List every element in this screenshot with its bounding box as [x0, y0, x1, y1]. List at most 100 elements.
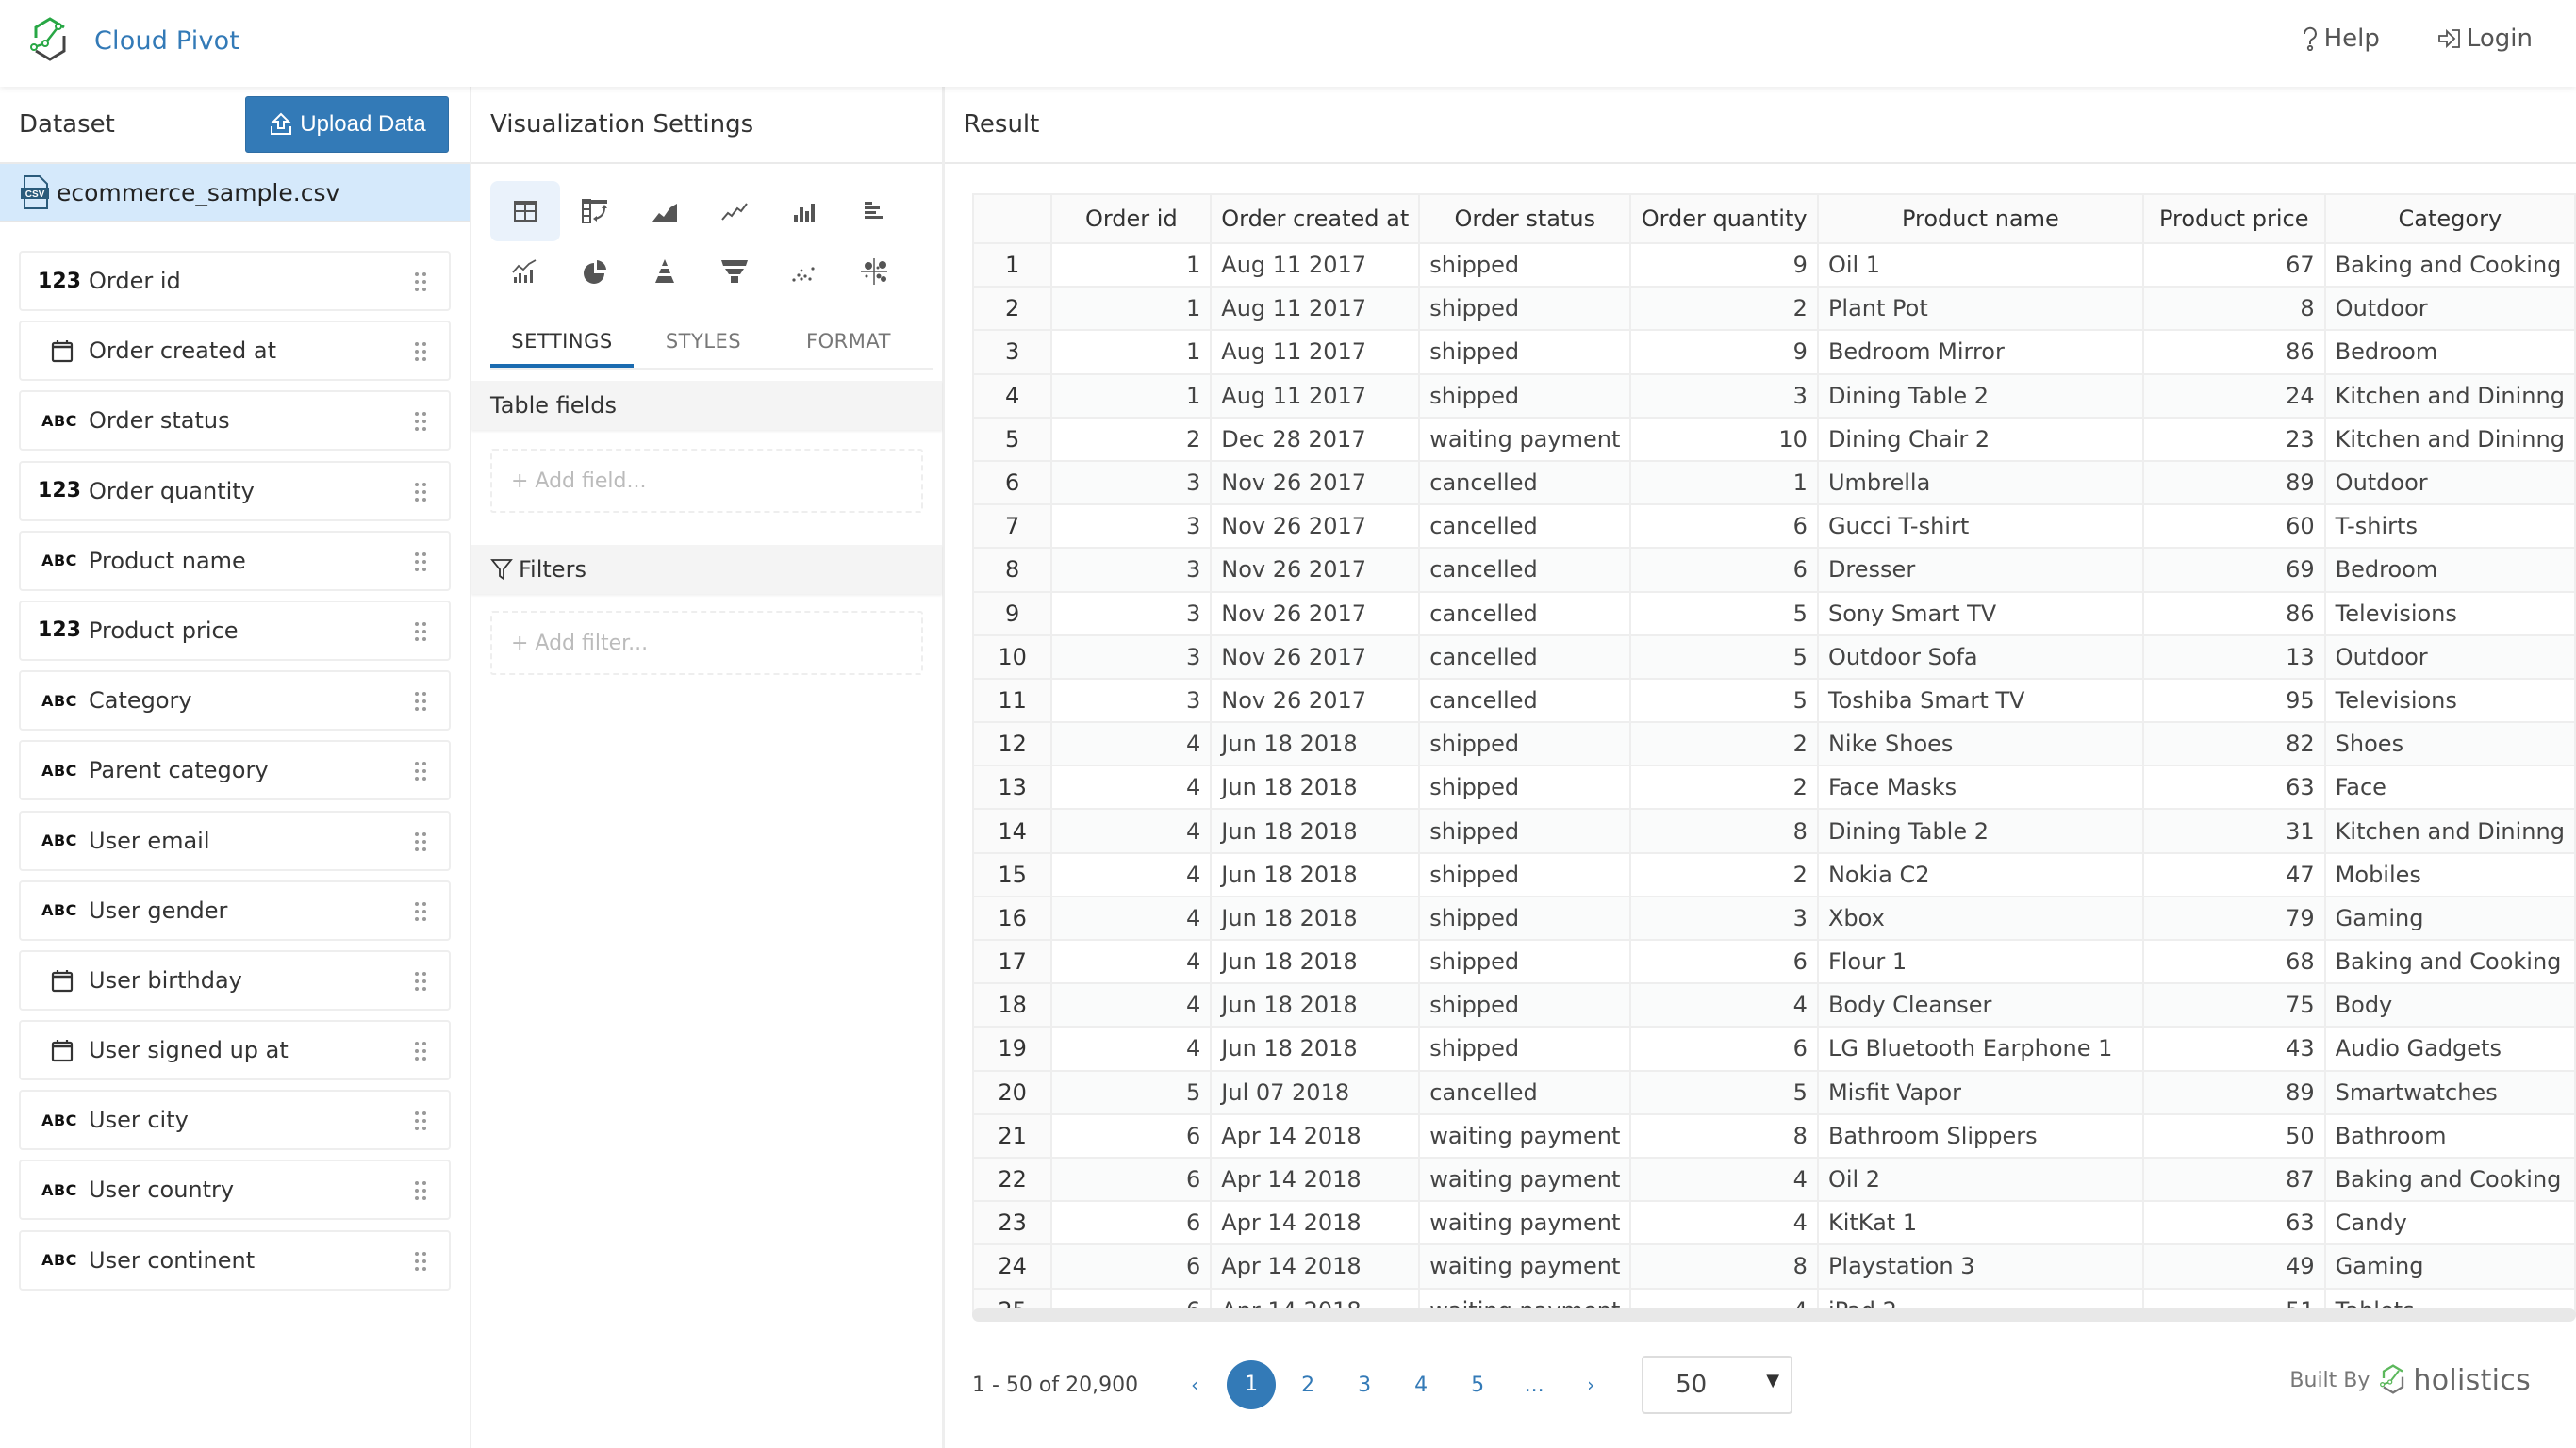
dataset-file-item[interactable]: CSV ecommerce_sample.csv	[0, 164, 470, 222]
table-row: 16 4 Jun 18 2018 shipped 3 Xbox 79 Gaming	[972, 895, 2576, 942]
table-cell: Bedroom Mirror	[1816, 329, 2144, 375]
chart-type-funnel-chart[interactable]	[700, 241, 769, 302]
field-item[interactable]: ABC Parent category	[19, 740, 451, 801]
chart-type-combination-chart[interactable]	[490, 241, 560, 302]
field-item[interactable]: 123 Product price	[19, 600, 451, 661]
column-header[interactable]: Category	[2323, 193, 2576, 244]
drag-handle-icon[interactable]	[413, 691, 428, 712]
prev-page-button[interactable]: ‹	[1166, 1374, 1223, 1396]
field-name: Order quantity	[89, 477, 255, 504]
upload-icon	[271, 112, 292, 135]
drag-handle-icon[interactable]	[413, 482, 428, 502]
add-filter-dropzone[interactable]: + Add filter...	[490, 611, 923, 675]
result-table-container: Order id Order created at Order status Orde…	[972, 193, 2576, 1315]
chart-type-scatter-chart[interactable]	[769, 241, 839, 302]
table-cell: 4	[1050, 765, 1213, 811]
add-field-dropzone[interactable]: + Add field...	[490, 449, 923, 513]
horizontal-scrollbar[interactable]	[972, 1308, 2576, 1322]
chart-type-area-chart[interactable]	[630, 181, 700, 241]
column-header[interactable]: Order quantity	[1629, 193, 1819, 244]
drag-handle-icon[interactable]	[413, 1180, 428, 1201]
chart-type-line-chart[interactable]	[700, 181, 769, 241]
chart-type-pivot-table[interactable]	[560, 181, 630, 241]
next-page-button[interactable]: ›	[1562, 1374, 1619, 1396]
row-number: 6	[972, 459, 1053, 506]
drag-handle-icon[interactable]	[413, 1111, 428, 1131]
built-by-holistics[interactable]: Built By holistics	[2289, 1363, 2531, 1397]
row-number: 18	[972, 982, 1053, 1028]
drag-handle-icon[interactable]	[413, 1251, 428, 1272]
page-size-select[interactable]: 50 ▼	[1642, 1356, 1793, 1414]
drag-handle-icon[interactable]	[413, 1041, 428, 1061]
table-header-row: Order id Order created at Order status Orde…	[972, 193, 2576, 244]
table-cell: Aug 11 2017	[1210, 372, 1421, 419]
field-item[interactable]: ABC User country	[19, 1160, 451, 1221]
field-item[interactable]: ABC User gender	[19, 880, 451, 941]
field-item[interactable]: ABC User city	[19, 1090, 451, 1151]
upload-data-button[interactable]: Upload Data	[245, 96, 449, 153]
table-cell: 6	[1629, 938, 1819, 985]
field-item[interactable]: User birthday	[19, 949, 451, 1011]
table-cell: shipped	[1418, 982, 1632, 1028]
column-header[interactable]: Product name	[1816, 193, 2144, 244]
table-cell: Dining Table 2	[1816, 808, 2144, 854]
table-cell: 13	[2141, 634, 2326, 680]
column-header[interactable]: Product price	[2141, 193, 2326, 244]
table-cell: Aug 11 2017	[1210, 286, 1421, 332]
cloud-pivot-logo-icon	[30, 17, 66, 61]
field-item[interactable]: 123 Order id	[19, 251, 451, 311]
field-item[interactable]: Order created at	[19, 321, 451, 382]
field-item[interactable]: ABC Category	[19, 670, 451, 732]
page-link[interactable]: 3	[1336, 1374, 1393, 1397]
drag-handle-icon[interactable]	[413, 621, 428, 642]
chart-type-pyramid-chart[interactable]	[630, 241, 700, 302]
table-cell: Oil 1	[1816, 241, 2144, 288]
help-link[interactable]: Help	[2300, 25, 2380, 53]
column-header[interactable]: Order status	[1418, 193, 1632, 244]
tab-settings[interactable]: SETTINGS	[490, 321, 634, 368]
chart-type-pie-chart[interactable]	[560, 241, 630, 302]
table-row: 22 6 Apr 14 2018 waiting payment 4 Oil 2 87 Bak…	[972, 1156, 2576, 1203]
login-link[interactable]: Login	[2436, 25, 2533, 53]
table-cell: 5	[1050, 1069, 1213, 1115]
drag-handle-icon[interactable]	[413, 272, 428, 292]
page-ellipsis[interactable]: ...	[1506, 1374, 1562, 1397]
drag-handle-icon[interactable]	[413, 971, 428, 992]
brand[interactable]: Cloud Pivot	[26, 15, 239, 66]
field-name: User continent	[89, 1246, 256, 1274]
table-cell: Jun 18 2018	[1210, 938, 1421, 985]
table-row: 20 5 Jul 07 2018 cancelled 5 Misfit Vapor 89 Sm…	[972, 1069, 2576, 1115]
drag-handle-icon[interactable]	[413, 831, 428, 852]
field-item[interactable]: ABC Product name	[19, 530, 451, 591]
page-link[interactable]: 5	[1449, 1374, 1506, 1397]
chart-type-bubble-chart[interactable]	[839, 241, 909, 302]
field-item[interactable]: ABC User email	[19, 810, 451, 871]
tab-styles[interactable]: STYLES	[634, 321, 773, 368]
field-type-date	[21, 968, 89, 993]
field-item[interactable]: ABC Order status	[19, 390, 451, 452]
drag-handle-icon[interactable]	[413, 761, 428, 782]
table-cell: 2	[1629, 721, 1819, 767]
tab-format[interactable]: FORMAT	[773, 321, 924, 368]
page-link[interactable]: 1	[1227, 1360, 1277, 1409]
table-cell: Shoes	[2323, 721, 2576, 767]
table-cell: Body Cleanser	[1816, 982, 2144, 1028]
chart-type-table[interactable]	[490, 181, 560, 241]
drag-handle-icon[interactable]	[413, 411, 428, 432]
page-link[interactable]: 2	[1280, 1374, 1336, 1397]
drag-handle-icon[interactable]	[413, 901, 428, 922]
chart-type-column-chart[interactable]	[769, 181, 839, 241]
column-header[interactable]: Order id	[1050, 193, 1213, 244]
drag-handle-icon[interactable]	[413, 341, 428, 362]
row-number: 17	[972, 938, 1053, 985]
drag-handle-icon[interactable]	[413, 551, 428, 572]
table-cell: Audio Gadgets	[2323, 1026, 2576, 1072]
page-link[interactable]: 4	[1393, 1374, 1449, 1397]
row-number: 7	[972, 503, 1053, 550]
field-item[interactable]: User signed up at	[19, 1020, 451, 1081]
field-item[interactable]: ABC User continent	[19, 1229, 451, 1291]
holistics-logo-icon	[2380, 1364, 2404, 1394]
column-header[interactable]: Order created at	[1210, 193, 1421, 244]
field-item[interactable]: 123 Order quantity	[19, 460, 451, 521]
chart-type-bar-chart[interactable]	[839, 181, 909, 241]
